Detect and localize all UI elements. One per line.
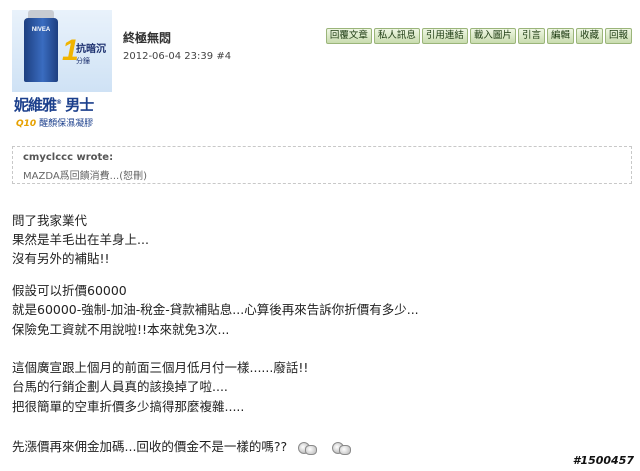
post-info: 2012-06-04 23:39 #4 (123, 51, 231, 62)
body-line-last: 先漲價再來佣金加碼...回收的價金不是一樣的嗎?? (12, 436, 352, 455)
edit-button[interactable]: 編輯 (546, 28, 574, 44)
body-line: 問了我家業代 (12, 213, 88, 228)
sub-code: Q10 (16, 119, 37, 129)
body-line-text: 先漲價再來佣金加碼...回收的價金不是一樣的嗎?? (12, 439, 288, 454)
post-datetime: 2012-06-04 23:39 (123, 51, 214, 62)
quote-text: MAZDA爲回饋消費...(恕刪) (23, 171, 148, 182)
body-line: 就是60000-強制-加油-稅金-貸款補貼息...心算後再來告訴你折價有多少..… (12, 302, 419, 317)
avatar-badge: 1 抗暗沉 分鐘 (62, 36, 110, 72)
body-line: 把很簡單的空車折價多少搞得那麼複雜..... (12, 399, 245, 414)
badge-line2: 分鐘 (76, 57, 90, 65)
username[interactable]: 終極無悶 (123, 29, 171, 46)
body-line: 沒有另外的補貼!! (12, 251, 110, 266)
sweat-emoticon-icon (297, 441, 318, 455)
brand-name: 妮維雅 (14, 96, 57, 114)
quote-author: cmyclccc wrote: (23, 152, 114, 163)
private-message-button[interactable]: 私人訊息 (373, 28, 420, 44)
body-line: 假設可以折價60000 (12, 283, 127, 298)
body-line: 果然是羊毛出在羊身上... (12, 232, 149, 247)
product-brand-label: NIVEA (31, 27, 51, 33)
brand-suffix: 男士 (65, 96, 94, 114)
post-toolbar: 回覆文章 私人訊息 引用連結 載入圖片 引言 編輯 收藏 回報 (325, 28, 632, 44)
quote-link-button[interactable]: 引用連結 (421, 28, 468, 44)
watermark: #1500457 (572, 454, 634, 467)
sweat-emoticon-icon (331, 441, 352, 455)
reply-button[interactable]: 回覆文章 (325, 28, 372, 44)
favorite-button[interactable]: 收藏 (575, 28, 603, 44)
sub-text: 醒顏保濕凝膠 (39, 119, 94, 129)
body-line: 台馬的行銷企劃人員真的該換掉了啦.... (12, 379, 228, 394)
body-line: 這個廣宣跟上個月的前面三個月低月付一樣......廢話!! (12, 360, 309, 375)
body-line: 保險免工資就不用說啦!!本來就免3次... (12, 322, 230, 337)
avatar-brand: 妮維雅® 男士 (14, 96, 94, 114)
load-images-button[interactable]: 載入圖片 (469, 28, 516, 44)
badge-line1: 抗暗沉 (76, 44, 106, 55)
avatar[interactable]: NIVEA 1 抗暗沉 分鐘 妮維雅® 男士 Q10 醒顏保濕凝膠 (12, 10, 112, 141)
report-button[interactable]: 回報 (604, 28, 632, 44)
quote-button[interactable]: 引言 (517, 28, 545, 44)
avatar-subtitle: Q10 醒顏保濕凝膠 (16, 116, 93, 129)
quote-block: cmyclccc wrote: MAZDA爲回饋消費...(恕刪) (12, 146, 632, 184)
post-number[interactable]: #4 (216, 51, 231, 62)
